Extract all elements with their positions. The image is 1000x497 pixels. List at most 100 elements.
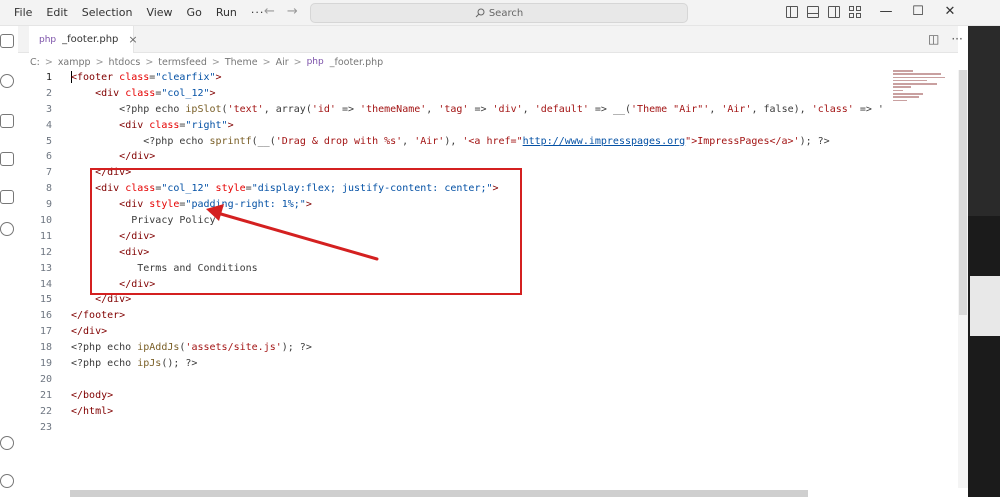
- code-line: <div>: [119, 246, 150, 258]
- forward-arrow-icon[interactable]: →: [287, 4, 298, 19]
- code-line: <div class="right">: [119, 119, 234, 131]
- line-number: 18: [39, 342, 52, 354]
- tab-footer-php[interactable]: php _footer.php ×: [29, 26, 138, 53]
- toggle-panel-icon[interactable]: [807, 6, 819, 18]
- code-line: <?php echo sprintf(__('Drag & drop with …: [143, 135, 830, 147]
- nav-arrows: ← →: [264, 4, 298, 19]
- code-line: </div>: [119, 230, 156, 242]
- code-line: <div class="col_12">: [95, 87, 216, 99]
- account-icon[interactable]: [0, 436, 14, 450]
- annotation-arrow-icon: [206, 204, 379, 261]
- activity-bar: [0, 26, 18, 497]
- code-line: <?php echo ipJs(); ?>: [71, 358, 198, 370]
- menu-file[interactable]: File: [14, 6, 32, 19]
- breadcrumb-item[interactable]: htdocs: [109, 57, 141, 68]
- back-arrow-icon[interactable]: ←: [264, 4, 275, 19]
- line-number: 10: [39, 215, 52, 227]
- line-number: 12: [39, 246, 52, 258]
- layout-controls: [786, 6, 861, 18]
- code-line: </footer>: [71, 310, 126, 322]
- vertical-scrollbar-thumb[interactable]: [959, 70, 967, 315]
- command-center-search[interactable]: Search: [310, 3, 688, 23]
- line-number: 22: [39, 405, 52, 417]
- menu-edit[interactable]: Edit: [46, 6, 67, 19]
- more-actions-icon[interactable]: ···: [951, 32, 962, 46]
- line-number: 6: [45, 151, 52, 163]
- code-line: <div style="padding-right: 1%;">: [119, 199, 312, 211]
- split-editor-icon[interactable]: ◫: [928, 32, 939, 46]
- code-line: Terms and Conditions: [137, 262, 258, 274]
- line-number: 15: [39, 294, 52, 306]
- breadcrumb-item[interactable]: xampp: [58, 57, 91, 68]
- line-number: 5: [45, 135, 52, 147]
- menu-selection[interactable]: Selection: [82, 6, 133, 19]
- code-line: Privacy Policy: [131, 215, 216, 227]
- code-line: <footer class="clearfix">: [71, 71, 222, 83]
- close-window-button[interactable]: ✕: [934, 4, 966, 19]
- maximize-button[interactable]: ☐: [902, 4, 934, 19]
- menu-bar: File Edit Selection View Go Run ···: [0, 6, 278, 19]
- code-line: <?php echo ipSlot('text', array('id' => …: [119, 103, 884, 115]
- line-number-gutter: 1 2 3 4 5 6 7 8 9 10 11 12 13 14 15 16 1…: [18, 70, 52, 435]
- line-number: 8: [45, 183, 52, 195]
- customize-layout-icon[interactable]: [849, 6, 861, 18]
- minimap[interactable]: [893, 70, 948, 110]
- line-number: 17: [39, 326, 52, 338]
- search-view-icon[interactable]: [0, 74, 14, 88]
- breadcrumb-file[interactable]: _footer.php: [330, 57, 383, 68]
- code-editor[interactable]: 1 2 3 4 5 6 7 8 9 10 11 12 13 14 15 16 1…: [18, 70, 958, 488]
- line-number: 3: [45, 103, 52, 115]
- tab-close-icon[interactable]: ×: [128, 33, 137, 46]
- toggle-secondary-sidebar-icon[interactable]: [828, 6, 840, 18]
- code-line: </div>: [119, 278, 156, 290]
- minimize-button[interactable]: —: [870, 4, 902, 19]
- link-impresspages[interactable]: http://www.impresspages.org: [523, 136, 686, 147]
- line-number: 1: [45, 72, 52, 83]
- breadcrumb-item[interactable]: Theme: [225, 57, 258, 68]
- code-line: </body>: [71, 389, 114, 401]
- line-number: 20: [39, 373, 52, 385]
- vertical-scrollbar[interactable]: [958, 70, 968, 488]
- line-number: 11: [39, 230, 52, 242]
- search-icon: [475, 8, 485, 18]
- menu-more-button[interactable]: ···: [251, 6, 265, 19]
- code-lines: <footer class="clearfix"> <div class="co…: [71, 70, 891, 435]
- horizontal-scrollbar[interactable]: [70, 490, 808, 497]
- remote-icon[interactable]: [0, 222, 14, 236]
- run-debug-icon[interactable]: [0, 152, 14, 166]
- window-controls: — ☐ ✕: [870, 4, 966, 19]
- toggle-primary-sidebar-icon[interactable]: [786, 6, 798, 18]
- breadcrumb-item[interactable]: termsfeed: [158, 57, 207, 68]
- menu-run[interactable]: Run: [216, 6, 237, 19]
- php-file-icon: php: [39, 34, 57, 45]
- background-window-strip: [968, 26, 1000, 497]
- manage-gear-icon[interactable]: [0, 474, 14, 488]
- line-number: 14: [39, 278, 52, 290]
- explorer-icon[interactable]: [0, 34, 14, 48]
- code-line: </div>: [95, 167, 132, 179]
- breadcrumb: C: > xampp > htdocs > termsfeed > Theme > Air…: [30, 56, 384, 68]
- line-number: 2: [45, 87, 52, 99]
- breadcrumb-item[interactable]: Air: [276, 57, 289, 68]
- breadcrumb-item[interactable]: C:: [30, 57, 40, 68]
- extensions-icon[interactable]: [0, 190, 14, 204]
- search-label: Search: [488, 7, 524, 19]
- title-bar: File Edit Selection View Go Run ··· ← → …: [0, 0, 1000, 26]
- code-line: </div>: [71, 326, 108, 338]
- line-number: 16: [39, 310, 52, 322]
- code-line: <?php echo ipAddJs('assets/site.js'); ?>: [71, 342, 312, 354]
- code-line: <div class="col_12" style="display:flex;…: [95, 183, 499, 195]
- menu-go[interactable]: Go: [187, 6, 202, 19]
- source-control-icon[interactable]: [0, 114, 14, 128]
- menu-view[interactable]: View: [146, 6, 172, 19]
- line-number: 4: [45, 119, 52, 131]
- code-line: </div>: [95, 294, 132, 306]
- tab-label: _footer.php: [62, 34, 119, 45]
- code-line: </html>: [71, 405, 114, 417]
- line-number: 13: [39, 262, 52, 274]
- code-line: </div>: [119, 151, 156, 163]
- line-number: 23: [39, 421, 52, 433]
- line-number: 9: [45, 199, 52, 211]
- line-number: 21: [39, 389, 52, 401]
